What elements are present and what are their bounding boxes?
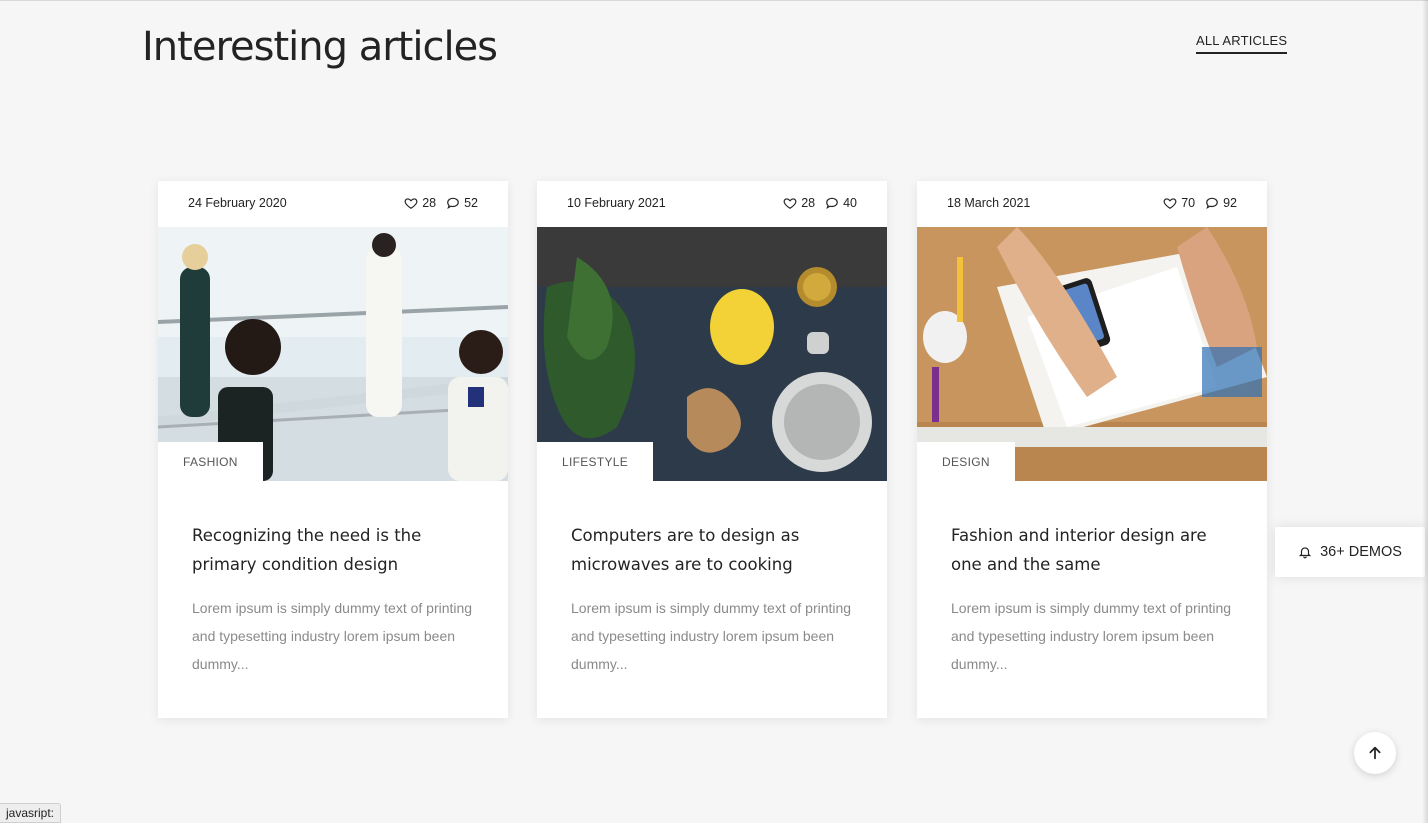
status-bar: javasript: <box>0 803 62 823</box>
category-tag[interactable]: FASHION <box>158 442 263 481</box>
article-date: 24 February 2020 <box>188 196 287 210</box>
article-title[interactable]: Computers are to design as microwaves ar… <box>571 521 861 579</box>
article-excerpt: Lorem ipsum is simply dummy text of prin… <box>951 600 1232 672</box>
article-date: 10 February 2021 <box>567 196 666 210</box>
comment-count[interactable]: 52 <box>446 196 478 210</box>
article-title[interactable]: Fashion and interior design are one and … <box>951 521 1241 579</box>
all-articles-link[interactable]: ALL ARTICLES <box>1196 33 1288 54</box>
heart-icon <box>783 198 797 209</box>
card-meta: 10 February 2021 28 40 <box>537 181 887 227</box>
comment-count[interactable]: 40 <box>825 196 857 210</box>
category-tag[interactable]: LIFESTYLE <box>537 442 654 481</box>
comment-icon <box>1206 197 1218 209</box>
bell-icon <box>1299 547 1312 559</box>
comment-count-value: 92 <box>1223 196 1237 210</box>
article-stats: 28 40 <box>783 196 857 210</box>
scroll-top-button[interactable] <box>1354 732 1396 774</box>
article-stats: 28 52 <box>404 196 478 210</box>
article-card[interactable]: 18 March 2021 70 92 DESIGN Fashion and i… <box>917 181 1267 718</box>
demos-button[interactable]: 36+ DEMOS <box>1275 527 1425 577</box>
article-excerpt: Lorem ipsum is simply dummy text of prin… <box>192 600 473 672</box>
category-tag[interactable]: DESIGN <box>917 442 1015 481</box>
like-count[interactable]: 70 <box>1163 196 1195 210</box>
article-excerpt: Lorem ipsum is simply dummy text of prin… <box>571 600 852 672</box>
comment-icon <box>447 197 459 209</box>
heart-icon <box>1163 198 1177 209</box>
heart-icon <box>404 198 418 209</box>
card-meta: 24 February 2020 28 52 <box>158 181 508 227</box>
right-edge-shadow <box>1422 0 1428 823</box>
article-image[interactable]: LIFESTYLE <box>537 227 887 481</box>
like-count-value: 28 <box>801 196 816 210</box>
demos-label: 36+ DEMOS <box>1320 544 1402 560</box>
section-title: Interesting articles <box>142 24 498 70</box>
article-image[interactable]: FASHION <box>158 227 508 481</box>
like-count[interactable]: 28 <box>783 196 815 210</box>
comment-icon <box>826 197 838 209</box>
article-title[interactable]: Recognizing the need is the primary cond… <box>192 521 482 579</box>
top-divider <box>0 0 1428 1</box>
article-date: 18 March 2021 <box>947 196 1031 210</box>
article-card[interactable]: 10 February 2021 28 40 LIFESTYLE Compute… <box>537 181 887 718</box>
comment-count-value: 52 <box>464 196 478 210</box>
article-stats: 70 92 <box>1163 196 1237 210</box>
card-meta: 18 March 2021 70 92 <box>917 181 1267 227</box>
like-count[interactable]: 28 <box>404 196 436 210</box>
arrow-up-icon <box>1369 746 1381 760</box>
article-card[interactable]: 24 February 2020 28 52 FASHION Recognizi… <box>158 181 508 718</box>
comment-count[interactable]: 92 <box>1205 196 1237 210</box>
like-count-value: 70 <box>1181 196 1196 210</box>
comment-count-value: 40 <box>843 196 857 210</box>
like-count-value: 28 <box>422 196 437 210</box>
article-image[interactable]: DESIGN <box>917 227 1267 481</box>
